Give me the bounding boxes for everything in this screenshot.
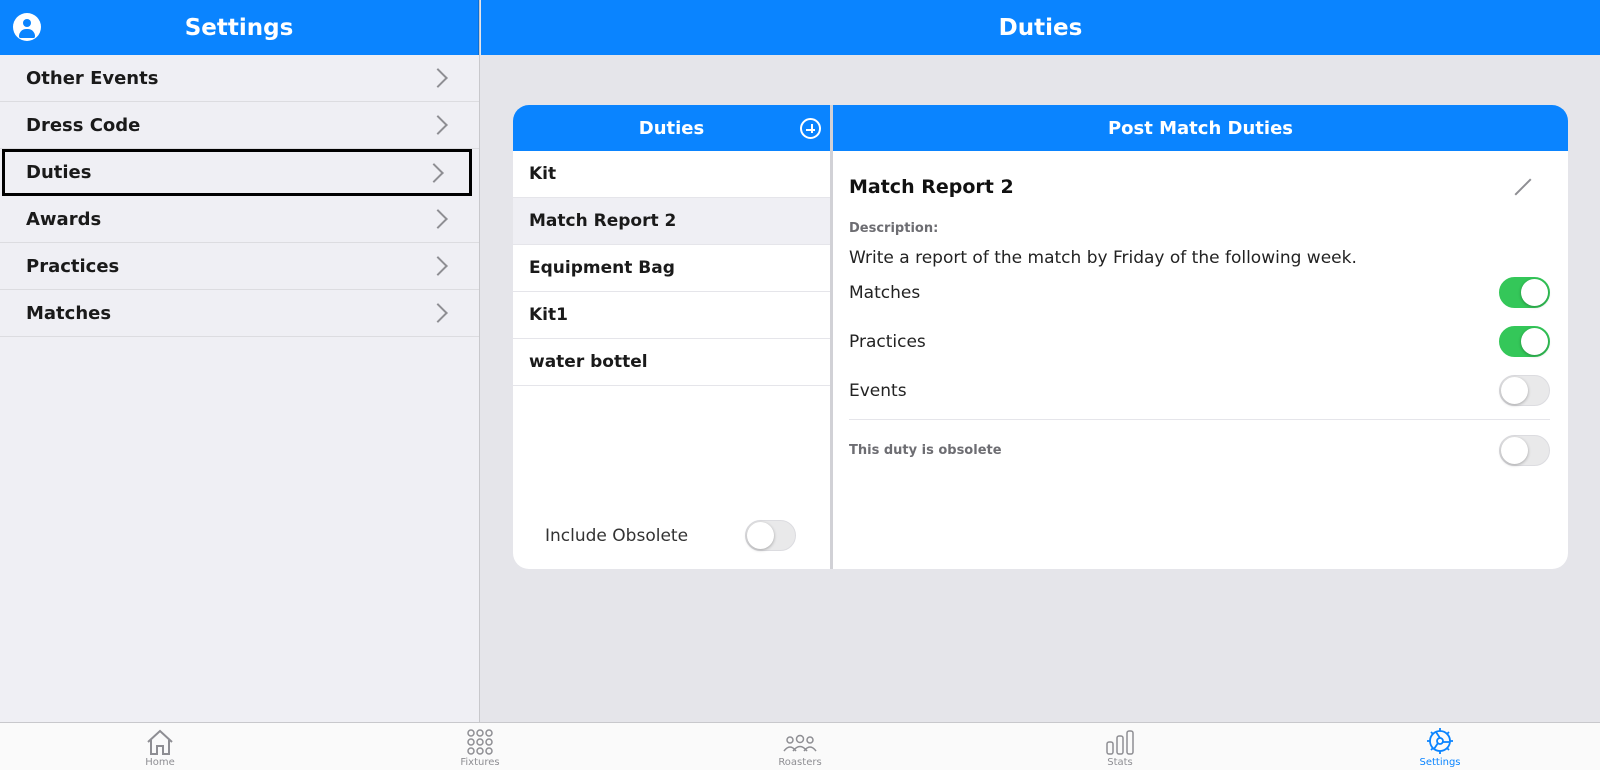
- tab-label: Home: [145, 757, 175, 768]
- tab-fixtures[interactable]: Fixtures: [420, 723, 540, 770]
- obsolete-row: This duty is obsolete: [849, 426, 1550, 475]
- menu-item-matches[interactable]: Matches: [0, 290, 479, 337]
- bar-chart-icon: [1106, 730, 1134, 755]
- include-obsolete-label: Include Obsolete: [545, 525, 689, 546]
- duty-label: water bottel: [529, 352, 648, 372]
- tab-settings[interactable]: Settings: [1380, 723, 1500, 770]
- option-practices-label: Practices: [849, 331, 926, 352]
- include-obsolete-toggle[interactable]: [745, 520, 796, 551]
- include-obsolete-row: Include Obsolete: [545, 520, 796, 551]
- settings-menu: Other Events Dress Code Duties Awards Pr…: [0, 55, 479, 337]
- practices-toggle[interactable]: [1499, 326, 1550, 357]
- menu-item-dress-code[interactable]: Dress Code: [0, 102, 479, 149]
- main-header: Duties: [481, 0, 1600, 55]
- menu-item-label: Dress Code: [26, 114, 141, 136]
- tab-home[interactable]: Home: [100, 723, 220, 770]
- profile-avatar-icon[interactable]: [13, 13, 41, 41]
- menu-item-other-events[interactable]: Other Events: [0, 55, 479, 102]
- page-title: Duties: [998, 14, 1083, 41]
- tab-label: Roasters: [778, 757, 822, 768]
- menu-item-duties[interactable]: Duties: [2, 149, 472, 196]
- duty-list-item[interactable]: Equipment Bag: [513, 245, 830, 292]
- tab-stats[interactable]: Stats: [1060, 723, 1180, 770]
- tab-label: Settings: [1419, 757, 1461, 768]
- duty-list-item[interactable]: water bottel: [513, 339, 830, 386]
- sidebar-header: Settings: [0, 0, 479, 55]
- edit-pencil-icon[interactable]: [1514, 178, 1532, 196]
- chevron-right-icon: [428, 256, 448, 276]
- option-events-label: Events: [849, 380, 907, 401]
- home-icon: [147, 729, 173, 755]
- matches-toggle[interactable]: [1499, 277, 1550, 308]
- duties-panel: Duties Kit Match Report 2 Equipment Bag …: [513, 105, 1568, 569]
- chevron-right-icon: [428, 68, 448, 88]
- duty-detail-title: Post Match Duties: [1107, 117, 1293, 139]
- duty-detail-body: Match Report 2 Description: Write a repo…: [833, 151, 1568, 475]
- menu-item-awards[interactable]: Awards: [0, 196, 479, 243]
- duty-detail-header: Post Match Duties: [833, 105, 1568, 151]
- duty-label: Kit: [529, 164, 557, 184]
- duty-label: Kit1: [529, 305, 568, 325]
- duties-list-title: Duties: [638, 117, 705, 139]
- tab-roasters[interactable]: Roasters: [740, 723, 860, 770]
- menu-item-practices[interactable]: Practices: [0, 243, 479, 290]
- chevron-right-icon: [424, 162, 444, 183]
- settings-sidebar: Settings Other Events Dress Code Duties …: [0, 0, 480, 722]
- menu-item-label: Awards: [26, 208, 102, 230]
- option-events-row: Events: [849, 366, 1550, 415]
- duty-list-item[interactable]: Kit1: [513, 292, 830, 339]
- description-text: Write a report of the match by Friday of…: [849, 248, 1357, 268]
- duty-detail-column: Post Match Duties Match Report 2 Descrip…: [833, 105, 1568, 569]
- menu-item-label: Other Events: [26, 67, 159, 89]
- events-toggle[interactable]: [1499, 375, 1550, 406]
- duties-list-header: Duties: [513, 105, 830, 151]
- tab-bar: Home Fixtures Roasters Stats Settings: [0, 722, 1600, 770]
- gear-icon: [1427, 728, 1453, 754]
- duty-label: Match Report 2: [529, 211, 677, 231]
- obsolete-label: This duty is obsolete: [849, 443, 1002, 458]
- duties-list-column: Duties Kit Match Report 2 Equipment Bag …: [513, 105, 833, 569]
- option-matches-label: Matches: [849, 282, 921, 303]
- menu-item-label: Practices: [26, 255, 120, 277]
- duty-name: Match Report 2: [849, 176, 1014, 198]
- menu-item-label: Matches: [26, 302, 112, 324]
- duty-label: Equipment Bag: [529, 258, 675, 278]
- chevron-right-icon: [428, 209, 448, 229]
- add-duty-icon[interactable]: [800, 118, 821, 139]
- duty-list-item[interactable]: Kit: [513, 151, 830, 198]
- tab-label: Stats: [1107, 757, 1133, 768]
- main-content: Duties Duties Kit Match Report 2 Equipme…: [481, 0, 1600, 722]
- grid-dots-icon: [467, 729, 493, 755]
- chevron-right-icon: [428, 303, 448, 323]
- people-group-icon: [783, 734, 817, 752]
- option-practices-row: Practices: [849, 317, 1550, 366]
- tab-label: Fixtures: [460, 757, 500, 768]
- option-matches-row: Matches: [849, 268, 1550, 317]
- description-label: Description:: [849, 221, 939, 236]
- obsolete-toggle[interactable]: [1499, 435, 1550, 466]
- chevron-right-icon: [428, 115, 448, 135]
- menu-item-label: Duties: [26, 162, 92, 183]
- divider: [849, 419, 1550, 420]
- sidebar-title: Settings: [184, 14, 294, 41]
- duty-name-row: Match Report 2: [849, 151, 1550, 223]
- duty-list-item-selected[interactable]: Match Report 2: [513, 198, 830, 245]
